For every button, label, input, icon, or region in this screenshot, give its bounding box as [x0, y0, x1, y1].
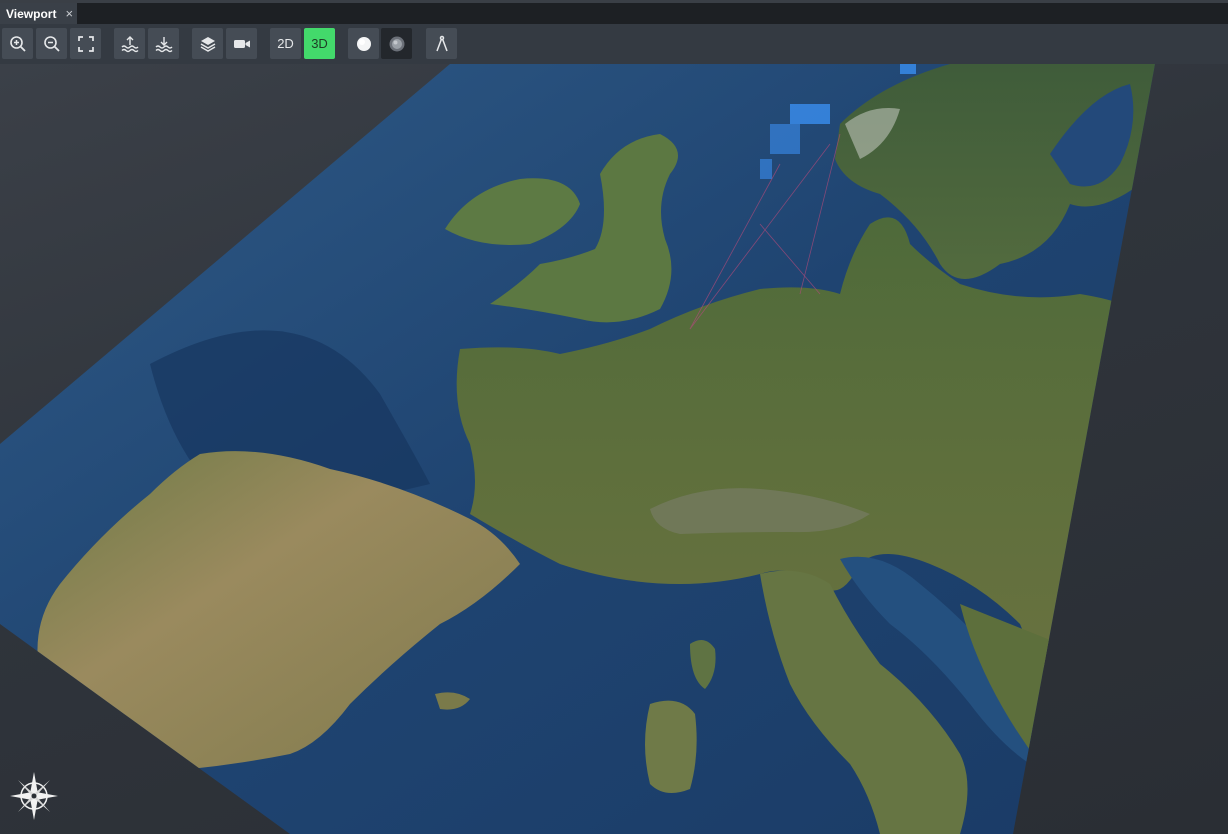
mode-3d-label: 3D [311, 36, 328, 51]
zoom-out-button[interactable] [36, 28, 67, 59]
zoom-in-button[interactable] [2, 28, 33, 59]
layers-button[interactable] [192, 28, 223, 59]
layers-icon [200, 36, 215, 52]
land-sardinia [645, 700, 697, 793]
mode-2d-label: 2D [277, 36, 294, 51]
video-camera-icon [233, 39, 250, 48]
shaded-globe-button[interactable] [381, 28, 412, 59]
tab-title: Viewport [6, 6, 57, 21]
white-sphere-icon [356, 36, 371, 51]
fit-extent-icon [77, 35, 94, 52]
lower-water-icon [155, 36, 172, 52]
measure-button[interactable] [426, 28, 457, 59]
raise-water-button[interactable] [114, 28, 145, 59]
light-sphere-button[interactable] [348, 28, 379, 59]
globe-shaded-icon [389, 36, 404, 51]
fit-extent-button[interactable] [70, 28, 101, 59]
tab-bar: Viewport × [0, 0, 1228, 24]
compass-divider-icon [435, 35, 448, 51]
map-viewport[interactable] [0, 64, 1228, 834]
zoom-in-icon [9, 35, 26, 52]
satellite-map[interactable] [0, 64, 1228, 834]
mode-2d-button[interactable]: 2D [270, 28, 301, 59]
tab-viewport[interactable]: Viewport × [0, 3, 77, 24]
close-icon[interactable]: × [65, 7, 73, 20]
raise-water-icon [121, 35, 138, 52]
mode-3d-button[interactable]: 3D [304, 28, 335, 59]
compass-rose-icon[interactable] [6, 768, 62, 824]
lower-water-button[interactable] [148, 28, 179, 59]
camera-button[interactable] [226, 28, 257, 59]
zoom-out-icon [43, 35, 60, 52]
viewport-toolbar: 2D 3D [0, 24, 1228, 64]
